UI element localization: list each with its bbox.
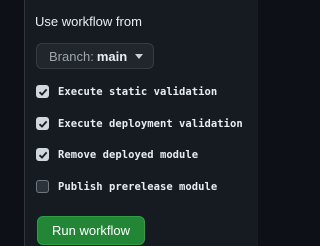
option-deployment-validation[interactable]: Execute deployment validation [36, 117, 243, 130]
branch-select-button[interactable]: Branch: main [36, 43, 155, 69]
check-icon [38, 151, 47, 159]
checkbox-publish-prerelease[interactable] [36, 180, 49, 193]
dialog-title: Use workflow from [35, 14, 142, 29]
run-workflow-dropdown: Use workflow from Branch: main Execute s… [24, 0, 258, 246]
run-workflow-button[interactable]: Run workflow [37, 216, 145, 245]
option-label: Publish prerelease module [58, 180, 218, 193]
checkbox-remove-module[interactable] [36, 148, 49, 161]
option-remove-module[interactable]: Remove deployed module [36, 148, 198, 161]
option-label: Execute static validation [58, 85, 218, 98]
option-label: Remove deployed module [58, 148, 199, 161]
branch-name: main [96, 48, 128, 64]
option-publish-prerelease[interactable]: Publish prerelease module [36, 180, 217, 193]
triangle-down-icon [135, 53, 144, 59]
option-static-validation[interactable]: Execute static validation [36, 85, 217, 98]
option-label: Execute deployment validation [58, 117, 243, 130]
check-icon [38, 120, 47, 128]
checkbox-deployment-validation[interactable] [36, 117, 49, 130]
checkbox-static-validation[interactable] [36, 85, 49, 98]
branch-label: Branch: [49, 48, 94, 64]
check-icon [38, 88, 47, 96]
